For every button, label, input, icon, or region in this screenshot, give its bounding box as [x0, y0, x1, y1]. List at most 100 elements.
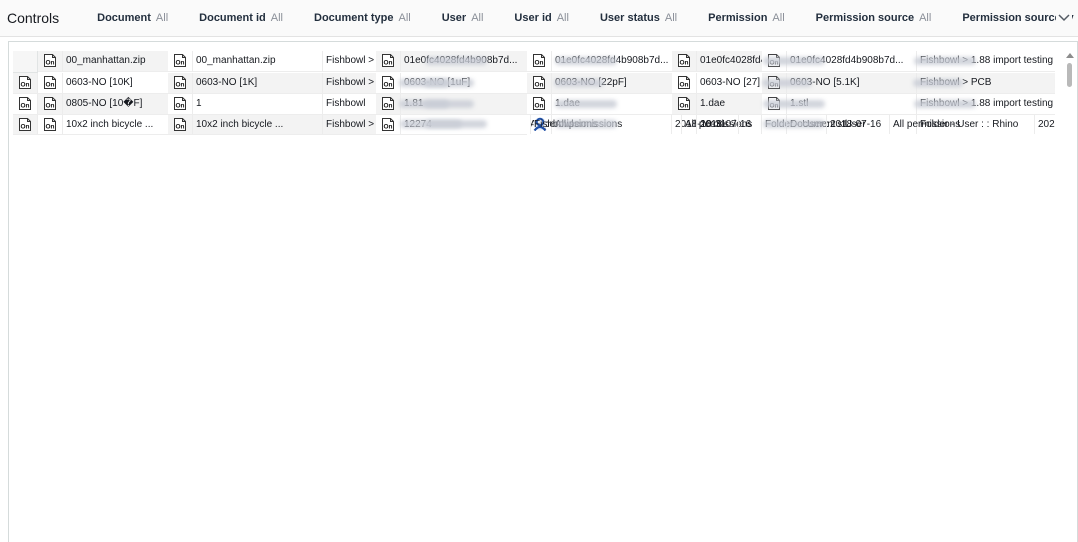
filter-label: Permission	[708, 12, 768, 24]
table-row[interactable]: On0603-NO [1K]Fishbowl > PCBAll permissi…	[168, 73, 996, 94]
doc-icon-cell: On	[38, 73, 63, 93]
table-grid: DocumentPathUser/TeamPermissionsPermissi…	[13, 51, 1055, 136]
doc-icon-cell: On	[13, 114, 38, 135]
table-row[interactable]: On01e0fc4028fd4b908b7d...Fishbowl > 1.88…	[672, 51, 1051, 72]
redacted-user-name	[763, 120, 825, 129]
onshape-doc-icon: On	[382, 54, 394, 68]
table-row[interactable]: On10x2 inch bicycle ...Fishbowl > 1.83 t…	[38, 114, 866, 136]
doc-icon-cell: On	[376, 114, 401, 135]
doc-icon-cell: On	[13, 93, 38, 114]
vertical-scrollbar[interactable]	[1063, 51, 1077, 542]
table-row[interactable]: On1.daeFishbowl > 1.83 translator > Coll…	[672, 93, 1051, 115]
filter-value: All	[471, 12, 484, 24]
doc-icon-cell: On	[168, 51, 193, 71]
filter-label: Document type	[314, 12, 394, 24]
filter-control[interactable]: Document id All	[199, 12, 283, 24]
svg-text:On: On	[175, 103, 184, 110]
svg-text:On: On	[175, 123, 184, 130]
svg-text:On: On	[534, 103, 543, 110]
table-row[interactable]: On0603-NO [0.1uF]Fishbowl > PCBAll permi…	[13, 73, 841, 94]
doc-icon-cell: On	[13, 73, 38, 93]
doc-icon-cell: On	[168, 73, 193, 93]
filter-control[interactable]: User id All	[514, 12, 569, 24]
svg-text:On: On	[534, 82, 543, 89]
scroll-thumb[interactable]	[1067, 63, 1072, 87]
filter-label: User id	[514, 12, 552, 24]
filter-label: Permission source	[815, 12, 915, 24]
filter-control[interactable]: Permission source All	[816, 12, 932, 24]
filter-value: All	[772, 12, 785, 24]
doc-icon-cell: On	[38, 114, 63, 135]
chevron-down-icon[interactable]	[1056, 10, 1072, 26]
redacted-user-name	[555, 56, 617, 65]
table-row[interactable]: On1FishbowlAll permissions2019-01-16Docu…	[168, 93, 996, 115]
svg-text:On: On	[175, 60, 184, 67]
permissions-table-panel: DocumentPathUser/TeamPermissionsPermissi…	[8, 41, 1078, 542]
onshape-doc-icon: On	[44, 76, 56, 90]
controls-title: Controls	[7, 10, 60, 26]
doc-icon-cell: On	[527, 51, 552, 71]
table-row[interactable]: On0603-NO [27]Fishbowl > PCBAll permissi…	[672, 73, 1050, 94]
svg-text:On: On	[383, 103, 392, 110]
table-row[interactable]: On10x2 inch bicycle ...Fishbowl > 1.83 t…	[168, 114, 1018, 136]
redacted-user-name	[763, 56, 825, 65]
svg-text:On: On	[45, 82, 54, 89]
filter-value: All	[664, 12, 678, 24]
filter-control[interactable]: Permission All	[708, 12, 785, 24]
filter-value: All	[155, 12, 169, 24]
onshape-doc-icon: On	[174, 117, 186, 131]
filter-list: Document All Document id All Document type Al…	[97, 12, 1078, 24]
doc-icon-cell: On	[527, 73, 552, 93]
document-cell: 10x2 inch bicycle ...	[193, 114, 323, 135]
table-header-row: DocumentPathUser/TeamPermissionsPermissi…	[13, 51, 856, 73]
table-row[interactable]: On1.stlFishbowl > 1.88 import testing > …	[13, 114, 847, 136]
header-icon-col[interactable]	[13, 51, 38, 72]
filter-value: All	[919, 12, 932, 24]
redacted-user-name	[425, 120, 487, 129]
svg-text:On: On	[534, 60, 543, 67]
filter-value: All	[556, 12, 569, 24]
table-row[interactable]: On0603-NO [10K]Fishbowl > PCBAll permiss…	[38, 73, 866, 94]
table-row[interactable]: On00_manhattan.zipFishbowl > 1.83 transl…	[168, 51, 1004, 72]
scroll-up-icon[interactable]	[1066, 53, 1074, 58]
redacted-user-name	[424, 78, 474, 87]
onshape-doc-icon: On	[678, 54, 690, 68]
doc-icon-cell: On	[38, 51, 63, 71]
redacted-user-name	[425, 56, 487, 65]
filter-control[interactable]: User All	[442, 12, 484, 24]
filter-control[interactable]: Document type All	[314, 12, 411, 24]
permissions-table: DocumentPathUser/TeamPermissionsPermissi…	[13, 51, 1055, 542]
onshape-doc-icon: On	[174, 76, 186, 90]
svg-text:On: On	[679, 103, 688, 110]
onshape-doc-icon: On	[44, 97, 56, 111]
filter-control[interactable]: User status All	[600, 12, 677, 24]
onshape-doc-icon: On	[678, 97, 690, 111]
onshape-doc-icon: On	[382, 97, 394, 111]
onshape-doc-icon: On	[382, 117, 394, 131]
doc-icon-cell: On	[38, 93, 63, 114]
svg-text:On: On	[45, 103, 54, 110]
filter-label: User	[441, 12, 467, 24]
redacted-user-name	[914, 56, 976, 65]
onshape-doc-icon: On	[533, 97, 545, 111]
permissions-cell: All permissions	[890, 114, 1035, 135]
svg-text:On: On	[20, 103, 29, 110]
table-row[interactable]: On0805-NO [10uF]Fishbowl > PCBAll permis…	[13, 93, 841, 115]
doc-icon-cell: On	[168, 93, 193, 114]
onshape-doc-icon: On	[382, 76, 394, 90]
redacted-user-name	[555, 99, 617, 108]
onshape-doc-icon: On	[19, 97, 31, 111]
table-row[interactable]: On0805-NO [10�F]Fishbowl > PCBAll permis…	[38, 93, 866, 115]
table-row[interactable]: On00_manhattan.zipFishbowl > 1.83 transl…	[38, 51, 866, 72]
filter-label: Document id	[199, 12, 266, 24]
onshape-doc-icon: On	[19, 76, 31, 90]
redacted-user-name	[763, 99, 825, 108]
svg-text:On: On	[20, 123, 29, 130]
redacted-user-name	[913, 78, 963, 87]
document-cell: 0603-NO [1K]	[193, 73, 323, 93]
svg-text:On: On	[679, 60, 688, 67]
document-cell: 00_manhattan.zip	[193, 51, 323, 71]
doc-icon-cell: On	[672, 93, 697, 114]
filter-control[interactable]: Document All	[97, 12, 168, 24]
onshape-doc-icon: On	[19, 117, 31, 131]
